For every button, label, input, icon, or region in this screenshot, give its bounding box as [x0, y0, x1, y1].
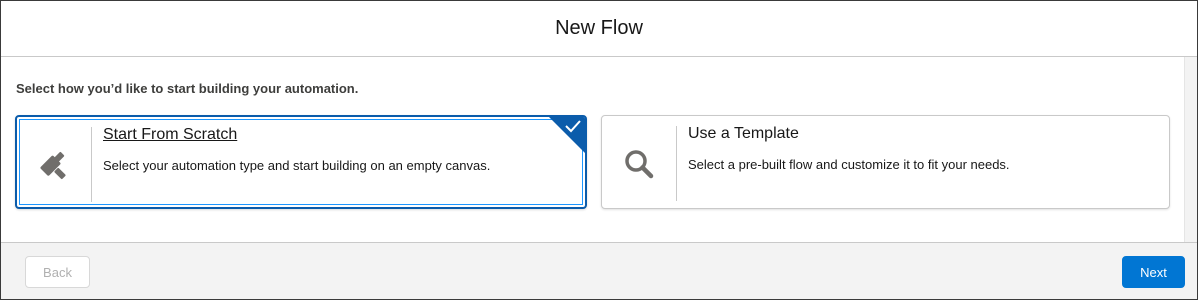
- start-from-scratch-card[interactable]: Start From Scratch Select your automatio…: [15, 115, 587, 209]
- scrollbar[interactable]: [1184, 57, 1197, 242]
- card-description: Select your automation type and start bu…: [103, 158, 491, 173]
- instruction-text: Select how you’d like to start building …: [16, 81, 359, 96]
- icon-cell: [17, 127, 92, 202]
- card-title: Use a Template: [688, 125, 799, 142]
- modal-header: New Flow: [1, 1, 1197, 57]
- modal-title: New Flow: [555, 17, 643, 39]
- new-flow-modal: New Flow Select how you’d like to start …: [0, 0, 1198, 300]
- search-icon: [625, 149, 654, 178]
- modal-footer: Back Next: [1, 243, 1197, 299]
- icon-cell: [602, 126, 677, 201]
- card-text: Start From Scratch Select your automatio…: [103, 126, 545, 173]
- card-description: Select a pre-built flow and customize it…: [688, 157, 1010, 172]
- next-button[interactable]: Next: [1122, 256, 1185, 288]
- modal-body: Select how you’d like to start building …: [1, 57, 1197, 243]
- use-a-template-card[interactable]: Use a Template Select a pre-built flow a…: [601, 115, 1170, 209]
- card-text: Use a Template Select a pre-built flow a…: [688, 125, 1129, 172]
- card-title[interactable]: Start From Scratch: [103, 126, 545, 144]
- hammer-icon: [40, 151, 66, 179]
- checkmark-icon: [565, 120, 581, 133]
- back-button[interactable]: Back: [25, 256, 90, 288]
